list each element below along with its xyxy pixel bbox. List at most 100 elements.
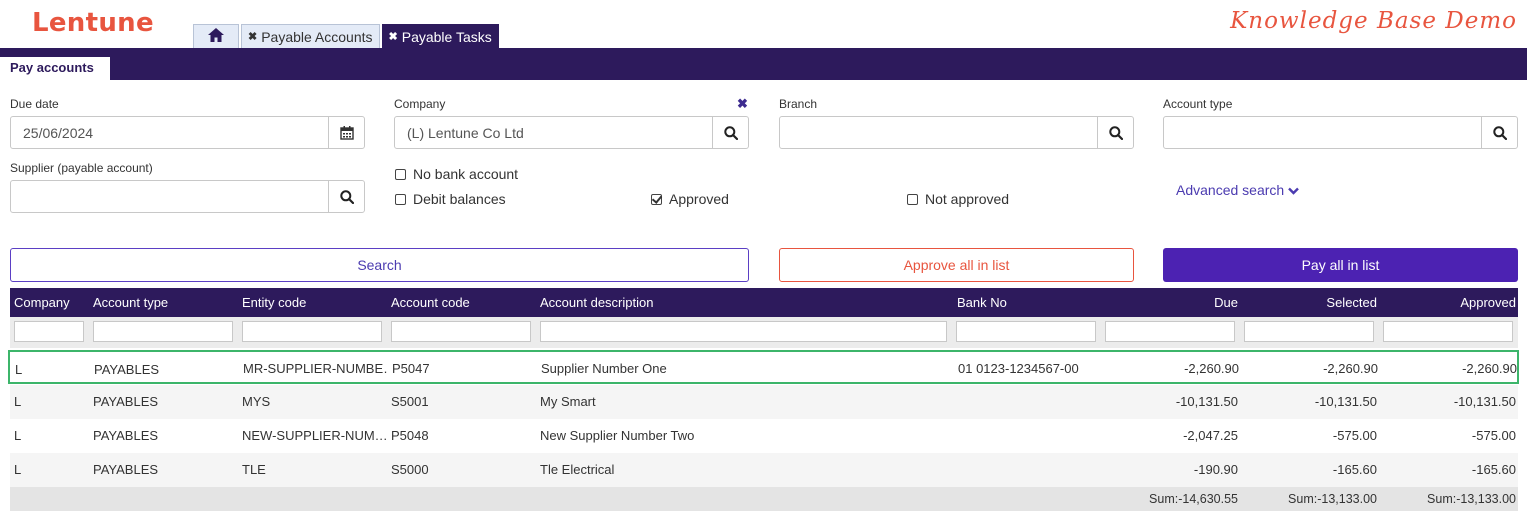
calendar-icon[interactable] bbox=[328, 117, 364, 148]
checkbox-icon[interactable] bbox=[395, 168, 406, 180]
approve-all-button[interactable]: Approve all in list bbox=[779, 248, 1134, 282]
cell-approved: -165.60 bbox=[1471, 462, 1516, 477]
search-icon[interactable] bbox=[712, 117, 748, 148]
table-header: Company Account type Entity code Account… bbox=[10, 288, 1518, 317]
filter-row bbox=[10, 317, 1518, 348]
branch-field[interactable] bbox=[779, 116, 1134, 149]
tab-payable-tasks[interactable]: ✖ Payable Tasks bbox=[381, 24, 499, 48]
search-icon[interactable] bbox=[1481, 117, 1517, 148]
due-date-value[interactable]: 25/06/2024 bbox=[11, 125, 328, 141]
debit-balances-checkbox[interactable]: Debit balances bbox=[395, 191, 506, 207]
cell-account-type: PAYABLES bbox=[93, 428, 159, 443]
search-icon[interactable] bbox=[328, 181, 364, 212]
column-header[interactable]: Company bbox=[14, 288, 70, 317]
due-date-field[interactable]: 25/06/2024 bbox=[10, 116, 365, 149]
supplier-label: Supplier (payable account) bbox=[10, 161, 153, 175]
account-type-label: Account type bbox=[1163, 97, 1233, 111]
cell-description: My Smart bbox=[540, 394, 596, 409]
cell-selected: -165.60 bbox=[1332, 462, 1377, 477]
search-button[interactable]: Search bbox=[10, 248, 749, 282]
cell-company: L bbox=[14, 462, 22, 477]
cell-entity-code: MR-SUPPLIER-NUMBE… bbox=[243, 361, 388, 376]
cell-account-code: S5000 bbox=[391, 462, 429, 477]
not-approved-label: Not approved bbox=[925, 191, 1010, 207]
cell-entity-code: MYS bbox=[242, 394, 271, 409]
column-filter-input[interactable] bbox=[1244, 321, 1374, 342]
account-type-field[interactable] bbox=[1163, 116, 1518, 149]
column-filter-input[interactable] bbox=[14, 321, 84, 342]
cell-description: Tle Electrical bbox=[540, 462, 615, 477]
column-header[interactable]: Account code bbox=[391, 288, 470, 317]
column-filter-input[interactable] bbox=[956, 321, 1096, 342]
tab-bar: ✖ Payable Accounts ✖ Payable Tasks bbox=[193, 24, 501, 48]
tab-label: Payable Tasks bbox=[401, 28, 492, 45]
cell-due: -2,047.25 bbox=[1183, 428, 1238, 443]
cell-description: New Supplier Number Two bbox=[540, 428, 695, 443]
cell-selected: -575.00 bbox=[1332, 428, 1377, 443]
cell-account-type: PAYABLES bbox=[93, 462, 159, 477]
sum-selected: Sum:-13,133.00 bbox=[1288, 492, 1377, 506]
cell-bank-no: 01 0123-1234567-00 bbox=[958, 361, 1079, 376]
column-filter-input[interactable] bbox=[1105, 321, 1235, 342]
supplier-field[interactable] bbox=[10, 180, 365, 213]
column-filter-input[interactable] bbox=[540, 321, 947, 342]
cell-account-code: P5047 bbox=[392, 361, 430, 376]
column-header[interactable]: Approved bbox=[1383, 288, 1516, 317]
cell-selected: -10,131.50 bbox=[1314, 394, 1377, 409]
cell-due: -190.90 bbox=[1193, 462, 1238, 477]
approved-checkbox[interactable]: Approved bbox=[651, 191, 729, 207]
tab-pay-accounts[interactable]: Pay accounts bbox=[0, 57, 110, 80]
pay-all-button[interactable]: Pay all in list bbox=[1163, 248, 1518, 282]
table-row[interactable]: L PAYABLES NEW-SUPPLIER-NUM… P5048 New S… bbox=[10, 419, 1518, 453]
home-tab[interactable] bbox=[193, 24, 239, 48]
no-bank-account-checkbox[interactable]: No bank account bbox=[395, 166, 518, 182]
cell-account-code: S5001 bbox=[391, 394, 429, 409]
tab-payable-accounts[interactable]: ✖ Payable Accounts bbox=[241, 24, 380, 48]
table-row[interactable]: L PAYABLES TLE S5000 Tle Electrical -190… bbox=[10, 453, 1518, 487]
nav-bar bbox=[0, 48, 1527, 80]
approved-label: Approved bbox=[669, 191, 729, 207]
column-header[interactable]: Entity code bbox=[242, 288, 306, 317]
company-field[interactable]: (L) Lentune Co Ltd bbox=[394, 116, 749, 149]
close-icon[interactable]: ✖ bbox=[248, 30, 257, 43]
search-icon[interactable] bbox=[1097, 117, 1133, 148]
cell-approved: -2,260.90 bbox=[1462, 361, 1517, 376]
advanced-search-link[interactable]: Advanced search bbox=[1176, 182, 1300, 198]
cell-due: -2,260.90 bbox=[1184, 361, 1239, 376]
cell-account-type: PAYABLES bbox=[94, 362, 160, 377]
sum-approved: Sum:-13,133.00 bbox=[1427, 492, 1516, 506]
cell-due: -10,131.50 bbox=[1175, 394, 1238, 409]
checkbox-icon[interactable] bbox=[907, 193, 918, 205]
column-filter-input[interactable] bbox=[391, 321, 531, 342]
checkbox-icon[interactable] bbox=[395, 193, 406, 205]
column-header[interactable]: Due bbox=[1105, 288, 1238, 317]
company-value[interactable]: (L) Lentune Co Ltd bbox=[395, 125, 712, 141]
company-label: Company bbox=[394, 97, 446, 111]
close-icon[interactable]: ✖ bbox=[389, 30, 398, 43]
cell-approved: -10,131.50 bbox=[1453, 394, 1516, 409]
no-bank-account-label: No bank account bbox=[413, 166, 519, 182]
not-approved-checkbox[interactable]: Not approved bbox=[907, 191, 1009, 207]
cell-description: Supplier Number One bbox=[541, 361, 667, 376]
lentune-logo: Lentune bbox=[32, 8, 154, 38]
column-filter-input[interactable] bbox=[93, 321, 233, 342]
column-header[interactable]: Bank No bbox=[957, 288, 1007, 317]
column-header[interactable]: Selected bbox=[1244, 288, 1377, 317]
home-icon bbox=[208, 28, 224, 45]
checked-checkbox-icon[interactable] bbox=[651, 193, 662, 205]
cell-entity-code: TLE bbox=[242, 462, 266, 477]
advanced-search-label[interactable]: Advanced search bbox=[1176, 182, 1284, 198]
column-header[interactable]: Account description bbox=[540, 288, 653, 317]
clear-company-icon[interactable]: ✖ bbox=[737, 96, 748, 112]
tab-label: Payable Accounts bbox=[261, 28, 373, 45]
table-row[interactable]: L PAYABLES MR-SUPPLIER-NUMBE… P5047 Supp… bbox=[8, 350, 1519, 384]
cell-account-code: P5048 bbox=[391, 428, 429, 443]
column-header[interactable]: Account type bbox=[93, 288, 168, 317]
knowledge-base-demo-label: Knowledge Base Demo bbox=[1230, 8, 1517, 34]
cell-company: L bbox=[14, 428, 22, 443]
column-filter-input[interactable] bbox=[1383, 321, 1513, 342]
table-row[interactable]: L PAYABLES MYS S5001 My Smart -10,131.50… bbox=[10, 385, 1518, 419]
cell-entity-code: NEW-SUPPLIER-NUM… bbox=[242, 428, 387, 443]
column-filter-input[interactable] bbox=[242, 321, 382, 342]
sum-row: Sum:-14,630.55 Sum:-13,133.00 Sum:-13,13… bbox=[10, 487, 1518, 511]
